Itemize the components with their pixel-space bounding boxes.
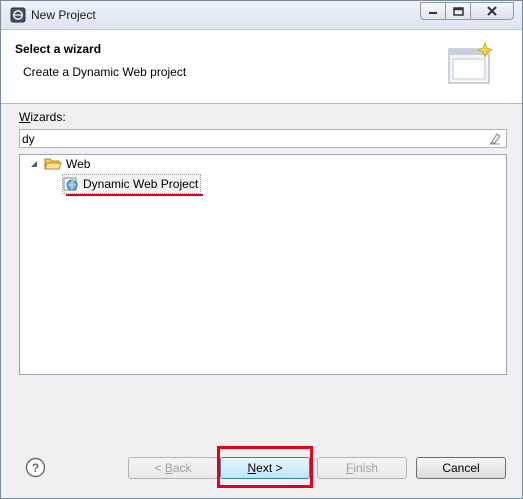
- back-prefix: <: [154, 461, 165, 475]
- back-button[interactable]: < Back: [128, 457, 218, 479]
- close-window-button[interactable]: [470, 2, 514, 20]
- maximize-icon: [452, 6, 464, 16]
- annotation-underline: [66, 194, 203, 196]
- tree-item-label: Dynamic Web Project: [83, 177, 199, 191]
- wizard-filter-input[interactable]: [22, 131, 482, 146]
- dynamic-web-project-icon: [63, 177, 78, 191]
- help-icon[interactable]: ?: [25, 457, 46, 478]
- tree-item-dynamic-web-project[interactable]: Dynamic Web Project: [62, 174, 202, 194]
- annotation-highlight-box: [217, 446, 313, 488]
- wizards-label: Wizards:: [19, 110, 66, 124]
- page-title: Select a wizard: [15, 42, 102, 56]
- wizards-label-mnemonic: W: [19, 110, 31, 124]
- wizard-header: Select a wizard Create a Dynamic Web pro…: [1, 30, 522, 104]
- new-wizard-banner-icon: [448, 41, 494, 84]
- page-description: Create a Dynamic Web project: [23, 65, 187, 79]
- wizards-label-text: izards:: [30, 110, 66, 124]
- finish-button[interactable]: Finish: [317, 457, 407, 479]
- wizard-filter-field[interactable]: [19, 129, 507, 148]
- title-bar[interactable]: New Project: [1, 1, 522, 30]
- back-mnemonic: B: [164, 461, 173, 475]
- svg-text:?: ?: [32, 461, 39, 475]
- tree-item-web[interactable]: Web: [30, 155, 90, 173]
- window-title: New Project: [31, 8, 96, 22]
- cancel-button[interactable]: Cancel: [416, 457, 506, 479]
- maximize-button[interactable]: [445, 2, 471, 20]
- tree-item-label: Web: [66, 157, 91, 171]
- eclipse-app-icon: [10, 7, 26, 23]
- back-label: ack: [172, 461, 192, 475]
- folder-open-icon: [44, 158, 62, 170]
- clear-filter-icon[interactable]: [488, 132, 502, 145]
- wizard-tree[interactable]: Web Dynamic Web Project: [19, 154, 507, 375]
- minimize-icon: [429, 12, 437, 14]
- minimize-button[interactable]: [420, 2, 446, 20]
- close-icon: [487, 6, 497, 16]
- finish-label: inish: [353, 461, 379, 475]
- expanded-triangle-icon[interactable]: [30, 160, 38, 168]
- new-project-dialog: New Project Select a wizard Create a Dyn…: [0, 0, 523, 499]
